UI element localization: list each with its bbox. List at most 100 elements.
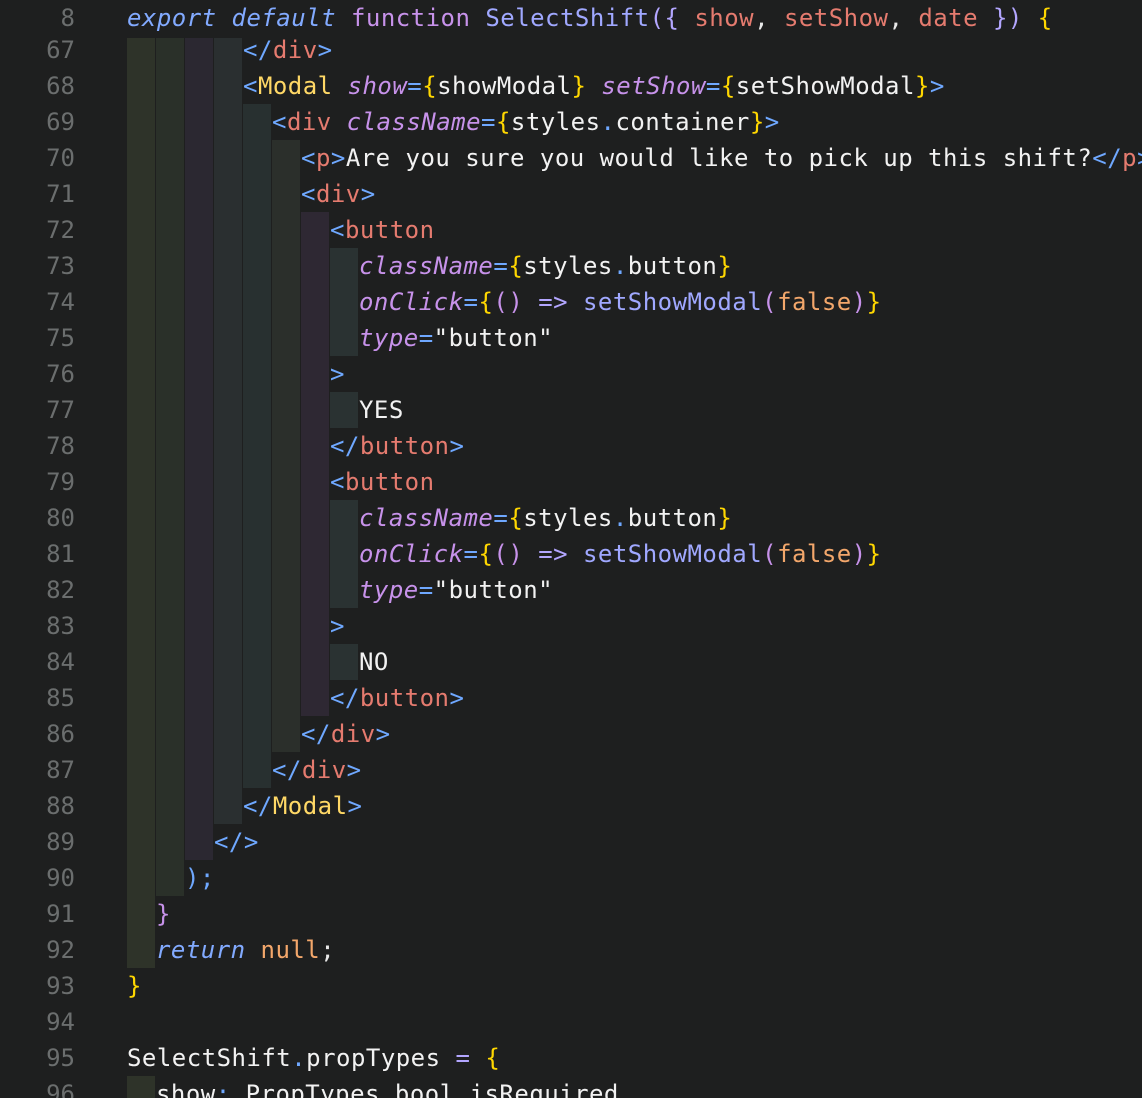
line-number: 79 — [46, 468, 75, 496]
code-token: propTypes — [306, 1044, 441, 1072]
code-line[interactable]: 96 show: PropTypes.bool.isRequired — [0, 1076, 1142, 1098]
code-token: Modal — [257, 72, 333, 100]
line-number: 87 — [46, 756, 75, 784]
code-token: "button" — [433, 324, 554, 352]
code-text: } — [127, 968, 142, 1004]
code-token: } — [127, 972, 142, 1000]
code-line[interactable]: 69 <div className={styles.container}> — [0, 104, 1142, 140]
code-line[interactable]: 76 > — [0, 356, 1142, 392]
code-token: styles — [523, 252, 613, 280]
code-token: div — [272, 36, 318, 64]
code-line[interactable]: 89 </> — [0, 824, 1142, 860]
code-text: </Modal> — [243, 788, 362, 824]
code-token: </ — [330, 432, 360, 460]
code-token: } — [156, 900, 171, 928]
code-token: . — [600, 108, 616, 136]
code-token: null — [260, 936, 321, 964]
code-token: < — [330, 468, 345, 496]
code-line[interactable]: 77 YES — [0, 392, 1142, 428]
code-line[interactable]: 92 return null; — [0, 932, 1142, 968]
line-number: 88 — [46, 792, 75, 820]
line-number: 81 — [46, 540, 75, 568]
code-text: onClick={() => setShowModal(false)} — [359, 536, 882, 572]
code-token: < — [272, 108, 287, 136]
code-token: } — [749, 108, 765, 136]
code-line[interactable]: 87 </div> — [0, 752, 1142, 788]
code-token: { — [422, 72, 438, 100]
code-line[interactable]: 86 </div> — [0, 716, 1142, 752]
code-line[interactable]: 74 onClick={() => setShowModal(false)} — [0, 284, 1142, 320]
code-token: type — [359, 324, 419, 352]
line-number: 82 — [46, 576, 75, 604]
code-line[interactable]: 83 > — [0, 608, 1142, 644]
code-token: () — [493, 540, 524, 568]
line-number: 72 — [46, 216, 75, 244]
code-token: = — [463, 288, 479, 316]
code-line[interactable]: 70 <p>Are you sure you would like to pick… — [0, 140, 1142, 176]
code-token: . — [612, 252, 628, 280]
code-token: setShowModal — [582, 288, 763, 316]
code-line[interactable]: 72 <button — [0, 212, 1142, 248]
line-number: 74 — [46, 288, 75, 316]
code-token: { — [508, 504, 524, 532]
sticky-scroll-header[interactable]: 8 export default function SelectShift({ … — [0, 0, 1142, 38]
line-number: 76 — [46, 360, 75, 388]
code-text: <div> — [301, 176, 376, 212]
code-token: div — [330, 720, 376, 748]
code-line[interactable]: 95 SelectShift.propTypes = { — [0, 1040, 1142, 1076]
code-token: p — [315, 144, 331, 172]
code-line[interactable]: 94 — [0, 1004, 1142, 1040]
code-token: Are you sure you would like to pick up t… — [345, 144, 1093, 172]
code-token: : — [215, 1080, 231, 1098]
code-line[interactable]: 90); — [0, 860, 1142, 896]
code-line[interactable]: 73 className={styles.button} — [0, 248, 1142, 284]
line-number: 78 — [46, 432, 75, 460]
code-line[interactable]: 80 className={styles.button} — [0, 500, 1142, 536]
code-line[interactable]: 93} — [0, 968, 1142, 1004]
code-token: onClick — [359, 288, 464, 316]
code-line[interactable]: 91} — [0, 896, 1142, 932]
code-line[interactable]: 75 type="button" — [0, 320, 1142, 356]
code-token: Modal — [272, 792, 348, 820]
code-line[interactable]: 68 <Modal show={showModal} setShow={setSh… — [0, 68, 1142, 104]
code-token: className — [346, 108, 482, 136]
line-number: 93 — [46, 972, 75, 1000]
code-token: div — [286, 108, 332, 136]
code-line[interactable]: 79 <button — [0, 464, 1142, 500]
code-line[interactable]: 81 onClick={() => setShowModal(false)} — [0, 536, 1142, 572]
code-token: div — [301, 756, 347, 784]
code-line[interactable]: 71 <div> — [0, 176, 1142, 212]
line-number: 86 — [46, 720, 75, 748]
code-token: PropTypes — [245, 1080, 380, 1098]
code-line[interactable]: 85 </button> — [0, 680, 1142, 716]
line-number: 89 — [46, 828, 75, 856]
code-line[interactable]: 82 type="button" — [0, 572, 1142, 608]
code-token: ) — [851, 540, 867, 568]
code-token: . — [454, 1080, 470, 1098]
code-token: > — [330, 612, 345, 640]
code-token: export — [127, 4, 217, 32]
code-line[interactable]: 84 NO — [0, 644, 1142, 680]
code-token: { — [720, 72, 736, 100]
code-token: }) — [992, 4, 1023, 32]
code-token: { — [1037, 4, 1053, 32]
code-token: "button" — [433, 576, 554, 604]
code-token: div — [315, 180, 361, 208]
code-line[interactable]: 78 </button> — [0, 428, 1142, 464]
code-editor[interactable]: 8 export default function SelectShift({ … — [0, 0, 1142, 1098]
code-text: ); — [185, 860, 215, 896]
code-line[interactable]: 88 </Modal> — [0, 788, 1142, 824]
code-text: onClick={() => setShowModal(false)} — [359, 284, 882, 320]
line-number: 94 — [46, 1008, 75, 1036]
line-number: 71 — [46, 180, 75, 208]
code-token: styles — [510, 108, 601, 136]
